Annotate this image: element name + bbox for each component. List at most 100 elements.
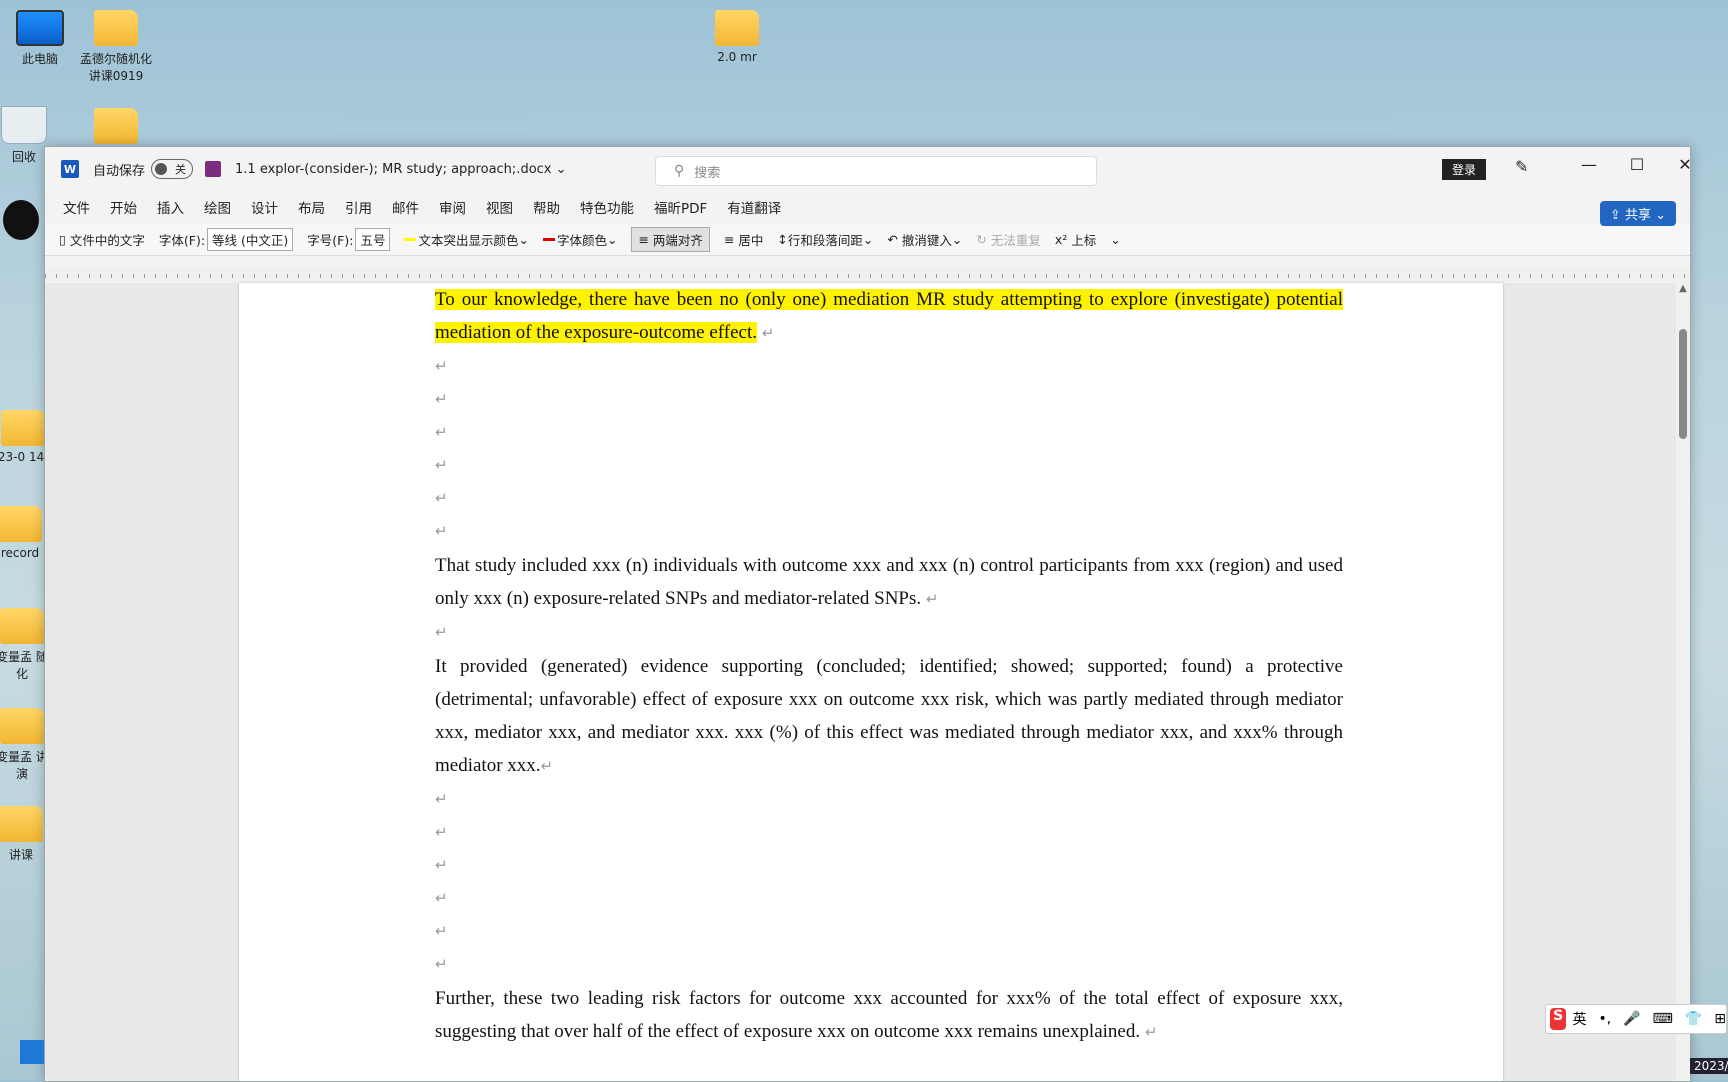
desktop-icon-folder-mr[interactable]: 2.0 mr [697,10,777,64]
word-window: W 自动保存 关 1.1 explor-(consider-); MR stud… [44,146,1691,1082]
scrollbar-thumb[interactable] [1679,329,1687,439]
autosave-label: 自动保存 [93,163,146,179]
share-button[interactable]: ⇪ 共享 ⌄ [1599,201,1676,226]
line-spacing-button[interactable]: ↕ 行和段落间距 ⌄ [777,230,873,249]
folder-icon [1,410,45,446]
font-color-button[interactable]: 字体颜色 ⌄ [542,230,617,249]
justify-icon: ≡ [638,231,649,247]
menu-item-5[interactable]: 布局 [288,197,335,217]
folder-icon [0,806,43,842]
empty-line[interactable]: ↵ [435,850,1343,883]
desktop-icon-qq[interactable] [0,200,46,244]
menu-item-1[interactable]: 开始 [100,197,147,217]
menu-item-3[interactable]: 绘图 [194,197,241,217]
scroll-up-icon[interactable]: ▲ [1676,283,1690,294]
menu-item-9[interactable]: 视图 [476,197,523,217]
chevron-down-icon: ⌄ [555,161,567,177]
empty-line[interactable]: ↵ [435,817,1343,850]
search-input[interactable]: ⚲ 搜索 [655,156,1097,186]
desktop-icon-label: 2.0 mr [717,50,757,64]
close-button[interactable]: ✕ [1665,155,1690,174]
undo-button[interactable]: ↶ 撤消键入 ⌄ [887,230,962,249]
ime-language[interactable]: 英 [1572,1009,1586,1029]
document-area: To our knowledge, there have been no (on… [45,283,1676,1081]
font-selector[interactable]: 字体(F): 等线 (中文正) [159,227,294,251]
empty-line[interactable]: ↵ [435,351,1343,384]
menu-item-13[interactable]: 有道翻译 [717,197,791,217]
menu-item-0[interactable]: 文件 [53,197,100,217]
folder-icon [94,108,138,144]
font-color-icon [542,237,555,241]
folder-icon [0,506,42,542]
autosave-state: 关 [175,163,187,176]
title-bar: W 自动保存 关 1.1 explor-(consider-); MR stud… [45,147,1690,191]
grid-icon[interactable]: ⊞ [1714,1011,1726,1027]
save-icon[interactable] [205,161,222,177]
horizontal-ruler[interactable] [45,268,1690,282]
sogou-icon: S [1550,1008,1567,1030]
menu-item-6[interactable]: 引用 [335,197,382,217]
highlight-color-button[interactable]: 文本突出显示颜色 ⌄ [404,230,529,249]
share-icon: ⇪ [1609,208,1621,223]
vertical-scrollbar[interactable]: ▲ [1676,283,1690,1081]
empty-line[interactable]: ↵ [435,784,1343,817]
center-button[interactable]: ≡ 居中 [724,230,763,249]
monitor-icon [16,10,64,46]
empty-line[interactable]: ↵ [435,450,1343,483]
desktop-icon-this-pc[interactable]: 此电脑 [0,10,80,67]
login-button[interactable]: 登录 [1442,159,1487,180]
redo-icon: ↻ [976,231,987,247]
more-options-icon[interactable]: ⌄ [1110,232,1120,247]
menu-item-12[interactable]: 福昕PDF [644,197,717,217]
font-size-selector[interactable]: 字号(F): 五号 [307,227,391,251]
autosave-toggle[interactable]: 关 [151,159,194,179]
desktop-icon-folder[interactable]: 孟德尔随机化 讲课0919 [76,10,156,84]
menu-item-8[interactable]: 审阅 [429,197,476,217]
empty-line[interactable]: ↵ [435,516,1343,549]
keyboard-icon[interactable]: ⌨ [1653,1011,1673,1027]
empty-line[interactable]: ↵ [435,883,1343,916]
desktop-icon-label: 孟德尔随机化 讲课0919 [79,52,152,83]
empty-line[interactable]: ↵ [435,617,1343,650]
center-align-icon: ≡ [723,231,735,247]
document-icon: ▯ [59,231,66,247]
penguin-icon [3,200,39,240]
text-in-document-button[interactable]: ▯ 文件中的文字 [59,230,145,249]
empty-line[interactable]: ↵ [435,417,1343,450]
highlighter-icon [404,237,417,241]
highlighted-paragraph[interactable]: To our knowledge, there have been no (on… [435,283,1343,351]
empty-line[interactable]: ↵ [435,916,1343,949]
desktop-icon-folder-2[interactable] [76,108,156,148]
menu-item-11[interactable]: 特色功能 [570,197,644,217]
menu-item-4[interactable]: 设计 [241,197,288,217]
folder-icon [0,608,44,644]
line-spacing-icon: ↕ [777,231,788,247]
paragraph-evidence[interactable]: It provided (generated) evidence support… [435,650,1343,784]
document-name[interactable]: 1.1 explor-(consider-); MR study; approa… [235,162,567,177]
microphone-icon[interactable]: 🎤 [1623,1011,1640,1027]
superscript-button[interactable]: x² 上标 [1055,230,1096,249]
punctuation-icon[interactable]: •, [1598,1011,1611,1027]
document-body[interactable]: To our knowledge, there have been no (on… [435,283,1343,1050]
skin-icon[interactable]: 👕 [1685,1011,1702,1027]
windows-start-icon[interactable] [20,1040,44,1064]
menu-item-7[interactable]: 邮件 [382,197,429,217]
folder-icon [715,10,759,46]
justify-button[interactable]: ≡ 两端对齐 [631,226,710,252]
paragraph-study[interactable]: That study included xxx (n) individuals … [435,549,1343,617]
ime-toolbar[interactable]: S 英 •, 🎤 ⌨ 👕 ⊞ [1545,1004,1727,1034]
menu-bar: 文件 开始 插入 绘图 设计 布局 引用 邮件 审阅 视图 帮助 特色功能 福昕PDF 有道翻译 [45,191,1690,223]
menu-item-2[interactable]: 插入 [147,197,194,217]
document-page[interactable]: To our knowledge, there have been no (on… [239,283,1503,1081]
superscript-icon: x² [1054,231,1068,247]
menu-item-10[interactable]: 帮助 [523,197,570,217]
desktop-icon-label: 此电脑 [21,52,58,66]
paragraph-further[interactable]: Further, these two leading risk factors … [435,982,1343,1050]
empty-line[interactable]: ↵ [435,949,1343,982]
minimize-button[interactable]: — [1569,155,1609,174]
empty-line-cursor[interactable]: ↵ [435,483,1343,516]
redo-button[interactable]: ↻ 无法重复 [976,230,1040,249]
pen-icon[interactable]: ✎ [1515,157,1528,176]
maximize-button[interactable]: ☐ [1617,155,1657,174]
empty-line[interactable]: ↵ [435,384,1343,417]
